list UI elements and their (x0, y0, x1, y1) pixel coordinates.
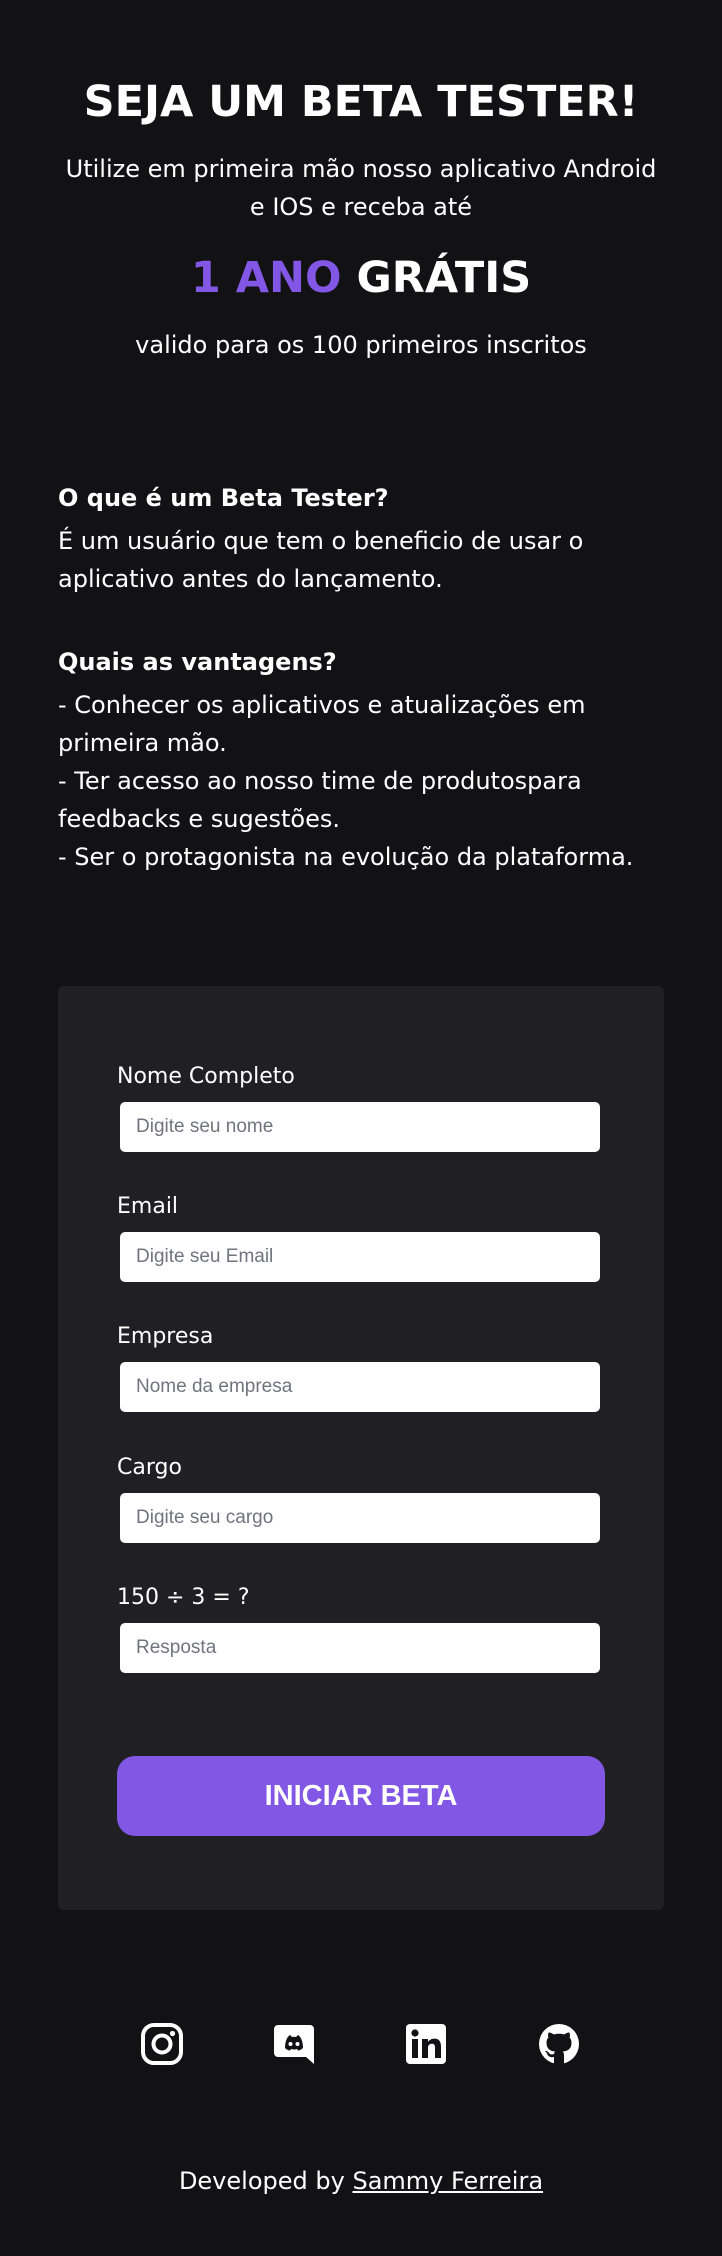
hero-section: SEJA UM BETA TESTER! Utilize em primeira… (0, 0, 722, 362)
answer-what-is: É um usuário que tem o beneficio de usar… (58, 527, 584, 593)
captcha-input[interactable]: Resposta (120, 1623, 600, 1673)
social-links (0, 2022, 722, 2072)
footer: Developed by Sammy Ferreira (0, 2163, 722, 2199)
github-icon (539, 2024, 579, 2064)
github-link[interactable] (537, 2022, 581, 2066)
offer-headline: 1 ANO GRÁTIS (0, 250, 722, 306)
benefit-item: - Conhecer os aplicativos e atualizações… (58, 691, 586, 757)
beta-signup-form: Nome Completo Digite seu nome Email Digi… (58, 986, 664, 1910)
role-field-group: Cargo Digite seu cargo (117, 1453, 601, 1543)
name-field-group: Nome Completo Digite seu nome (117, 1062, 601, 1152)
company-field-group: Empresa Nome da empresa (117, 1322, 601, 1412)
hero-intro: Utilize em primeira mão nosso aplicativo… (65, 155, 657, 221)
company-label: Empresa (117, 1324, 214, 1349)
benefit-item: - Ser o protagonista na evolução da plat… (58, 843, 634, 871)
offer-highlight: 1 ANO (190, 253, 342, 303)
question-advantages: Quais as vantagens? (58, 648, 337, 676)
offer-rest: GRÁTIS (356, 253, 532, 303)
author-link[interactable]: Sammy Ferreira (352, 2167, 543, 2195)
page-title: SEJA UM BETA TESTER! (83, 77, 639, 127)
role-input[interactable]: Digite seu cargo (120, 1493, 600, 1543)
discord-icon (274, 2025, 314, 2064)
linkedin-link[interactable] (404, 2022, 448, 2066)
captcha-field-group: 150 ÷ 3 = ? Resposta (117, 1583, 601, 1673)
instagram-icon (141, 2023, 183, 2065)
question-what-is: O que é um Beta Tester? (58, 484, 389, 512)
email-input[interactable]: Digite seu Email (120, 1232, 600, 1282)
footer-prefix: Developed by (178, 2167, 345, 2195)
captcha-label: 150 ÷ 3 = ? (117, 1585, 250, 1610)
benefits-list: - Conhecer os aplicativos e atualizações… (58, 686, 664, 876)
valid-note: valido para os 100 primeiros inscritos (135, 331, 587, 359)
start-beta-button[interactable]: INICIAR BETA (117, 1756, 605, 1836)
linkedin-icon (406, 2024, 446, 2064)
email-field-group: Email Digite seu Email (117, 1192, 601, 1282)
instagram-link[interactable] (140, 2022, 184, 2066)
role-label: Cargo (117, 1455, 182, 1480)
info-section: O que é um Beta Tester? É um usuário que… (58, 480, 664, 876)
company-input[interactable]: Nome da empresa (120, 1362, 600, 1412)
name-input[interactable]: Digite seu nome (120, 1102, 600, 1152)
discord-link[interactable] (272, 2022, 316, 2066)
benefit-item: - Ter acesso ao nosso time de produtospa… (58, 767, 582, 833)
email-label: Email (117, 1194, 179, 1219)
name-label: Nome Completo (117, 1064, 295, 1089)
